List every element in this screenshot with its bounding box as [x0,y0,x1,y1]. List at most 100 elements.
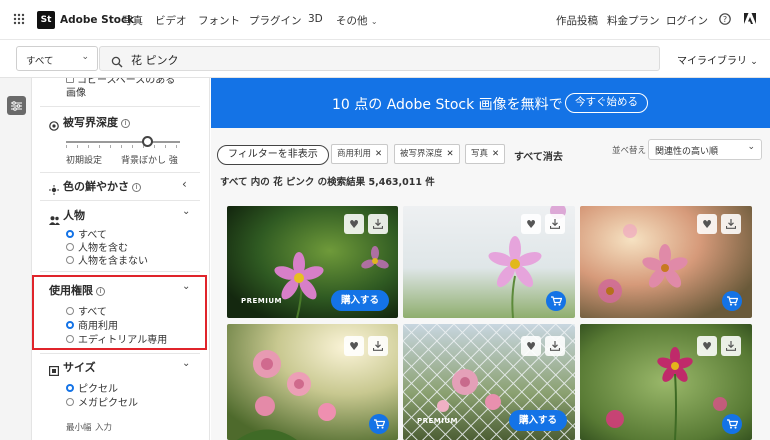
like-button[interactable]: ♥ [344,336,364,356]
close-icon[interactable]: ✕ [375,149,382,159]
sun-icon [49,180,59,199]
license-option-editorial[interactable]: エディトリアル専用 [66,331,167,346]
sort-select[interactable]: 関連性の高い順 ⌄ [648,139,762,160]
add-to-cart-button[interactable] [722,414,742,434]
nav-3d[interactable]: 3D [308,13,323,25]
chevron-left-icon[interactable]: ‹ [182,177,187,191]
size-icon [49,361,60,380]
content-type-select[interactable]: すべて ⌄ [16,46,98,71]
dof-title-text: 被写界深度 [63,116,118,129]
info-icon[interactable]: i [96,287,105,296]
filter-chip-photo[interactable]: 写真 ✕ [465,144,506,164]
radio[interactable] [66,397,74,406]
clear-all-link[interactable]: すべて消去 [514,148,563,163]
hide-filters-button[interactable]: フィルターを非表示 [217,145,329,165]
download-button[interactable] [545,214,565,234]
download-button[interactable] [368,336,388,356]
slider-handle[interactable] [142,136,153,147]
chevron-down-icon[interactable]: ⌄ [182,358,190,369]
dof-slider[interactable] [66,136,180,148]
add-to-cart-button[interactable] [369,414,389,434]
like-button[interactable]: ♥ [521,336,541,356]
size-option-label: メガピクセル [78,398,138,409]
photo-card-5[interactable]: ♥ PREMIUM 購入する [403,324,575,440]
nav-video[interactable]: ビデオ [155,13,187,28]
app-grid-icon[interactable] [13,13,25,25]
radio-selected[interactable] [66,383,74,392]
dof-low-label: 初期設定 [66,156,103,166]
people-option-label: 人物を含まない [78,256,148,267]
sort-value: 関連性の高い順 [655,147,719,157]
license-option-label: すべて [78,307,107,318]
info-icon[interactable]: i [132,183,141,192]
radio[interactable] [66,242,74,251]
buy-button[interactable]: 購入する [509,410,568,431]
nav-plugins[interactable]: プラグイン [249,13,302,28]
search-input[interactable]: 花 ピンク [99,46,660,71]
download-icon [726,219,736,229]
copy-space-option[interactable]: コピースペースのある 画像 [66,78,175,100]
checkbox[interactable] [66,78,74,83]
like-button[interactable]: ♥ [344,214,364,234]
close-icon[interactable]: ✕ [447,149,454,159]
nav-fonts[interactable]: フォント [198,13,240,28]
sort-label: 並べ替え [612,146,647,156]
my-library-dropdown[interactable]: マイライブラリ ⌄ [677,52,758,67]
help-icon[interactable]: ? [719,13,731,25]
people-option-without[interactable]: 人物を含まない [66,252,148,267]
chevron-down-icon[interactable]: ⌄ [182,281,190,292]
cart-icon [373,419,385,429]
filter-chip-dof[interactable]: 被写界深度 ✕ [394,144,460,164]
info-icon[interactable]: i [121,119,130,128]
download-button[interactable] [368,214,388,234]
size-option-label: ピクセル [78,384,118,395]
filter-toggle-button[interactable] [7,96,26,115]
adobe-icon[interactable] [744,13,756,25]
like-button[interactable]: ♥ [697,336,717,356]
photo-card-1[interactable]: ♥ PREMIUM 購入する [227,206,398,318]
min-width-input[interactable]: 入力 [95,421,112,433]
nav-login[interactable]: ログイン [666,13,708,28]
chevron-down-icon[interactable]: ⌄ [182,206,190,217]
search-row: すべて ⌄ 花 ピンク マイライブラリ ⌄ [0,40,770,78]
search-query: 花 ピンク [131,54,179,67]
buy-button[interactable]: 購入する [331,290,390,311]
license-option-all[interactable]: すべて [66,303,107,318]
cart-icon [550,296,562,306]
adobe-stock-logo[interactable]: St Adobe Stock [37,11,134,29]
download-button[interactable] [721,336,741,356]
close-icon[interactable]: ✕ [492,149,499,159]
add-to-cart-button[interactable] [546,291,566,311]
radio-selected[interactable] [66,229,74,238]
license-title: 使用権限 i [49,282,105,298]
divider [40,172,200,173]
photo-card-4[interactable]: ♥ [227,324,398,440]
nav-pricing[interactable]: 料金プラン [607,13,660,28]
photo-card-2[interactable]: ♥ [403,206,575,318]
heart-icon: ♥ [702,217,712,231]
size-option-megapixel[interactable]: メガピクセル [66,394,138,409]
nav-more-label: その他 [336,15,368,27]
filter-chip-commercial[interactable]: 商用利用 ✕ [331,144,389,164]
like-button[interactable]: ♥ [697,214,717,234]
radio[interactable] [66,255,74,264]
photo-card-6[interactable]: ♥ [580,324,752,440]
download-button[interactable] [545,336,565,356]
heart-icon: ♥ [349,217,359,231]
vivid-title[interactable]: 色の鮮やかさ i [63,178,141,194]
start-now-button[interactable]: 今すぐ始める [565,93,648,113]
license-option-label: 商用利用 [78,321,118,332]
license-option-commercial[interactable]: 商用利用 [66,317,118,332]
download-button[interactable] [721,214,741,234]
size-option-pixel[interactable]: ピクセル [66,380,118,395]
photo-card-3[interactable]: ♥ [580,206,752,318]
radio[interactable] [66,334,74,343]
add-to-cart-button[interactable] [722,291,742,311]
radio[interactable] [66,306,74,315]
nav-contributor[interactable]: 作品投稿 [556,13,598,28]
nav-photos[interactable]: 写真 [122,13,143,28]
like-button[interactable]: ♥ [521,214,541,234]
nav-more[interactable]: その他 ⌄ [336,13,378,28]
cart-icon [726,296,738,306]
radio-selected[interactable] [66,320,74,329]
